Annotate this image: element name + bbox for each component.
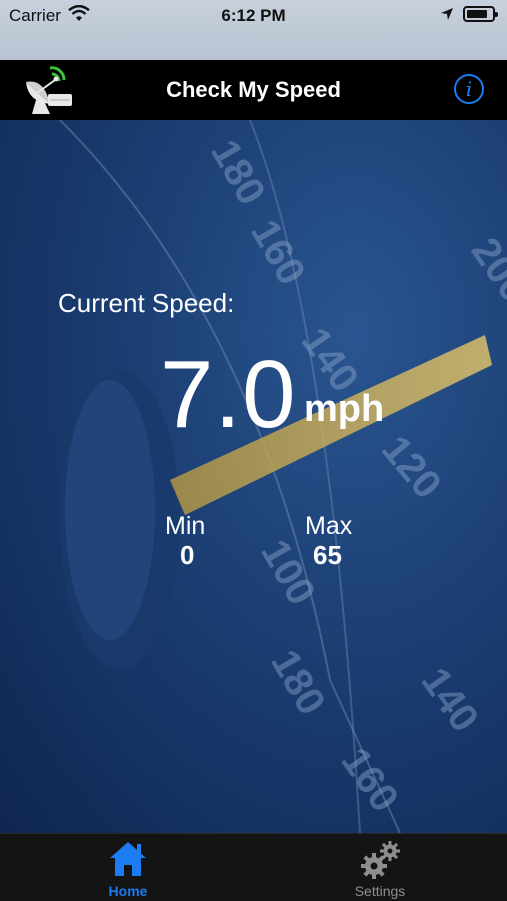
max-value: 65 bbox=[313, 540, 342, 570]
tab-home-label: Home bbox=[108, 883, 148, 899]
gear-icon bbox=[361, 841, 400, 879]
svg-text:180: 180 bbox=[262, 643, 333, 723]
min-value: 0 bbox=[180, 540, 195, 570]
svg-text:160: 160 bbox=[333, 740, 407, 820]
home-icon bbox=[110, 842, 146, 876]
tab-home[interactable]: Home bbox=[48, 834, 208, 901]
min-label: Min bbox=[165, 512, 206, 540]
location-arrow-icon bbox=[441, 8, 453, 20]
tab-settings-label: Settings bbox=[354, 883, 406, 899]
speed-panel: 180 160 140 120 100 180 160 140 200 Curr… bbox=[0, 120, 507, 833]
svg-text:200: 200 bbox=[463, 230, 507, 310]
speed-unit: mph bbox=[304, 388, 385, 430]
svg-text:180: 180 bbox=[202, 133, 273, 213]
tab-bar: Home Settings bbox=[0, 833, 507, 901]
current-speed-label: Current Speed: bbox=[58, 288, 235, 318]
page-title: Check My Speed bbox=[166, 77, 341, 102]
status-bar: Carrier 6:12 PM bbox=[0, 0, 507, 60]
speedometer-background: 180 160 140 120 100 180 160 140 200 bbox=[59, 120, 507, 833]
svg-text:160: 160 bbox=[242, 213, 313, 293]
current-speed-value: 7.0 bbox=[160, 341, 297, 448]
info-button[interactable]: i bbox=[454, 74, 484, 104]
svg-text:120: 120 bbox=[373, 428, 450, 507]
battery-icon bbox=[463, 6, 498, 22]
status-time: 6:12 PM bbox=[221, 6, 286, 25]
tab-settings[interactable]: Settings bbox=[300, 834, 460, 901]
max-label: Max bbox=[305, 512, 353, 540]
nav-bar: Check My Speed i bbox=[0, 60, 507, 120]
svg-text:140: 140 bbox=[413, 660, 487, 740]
info-icon: i bbox=[465, 77, 473, 101]
